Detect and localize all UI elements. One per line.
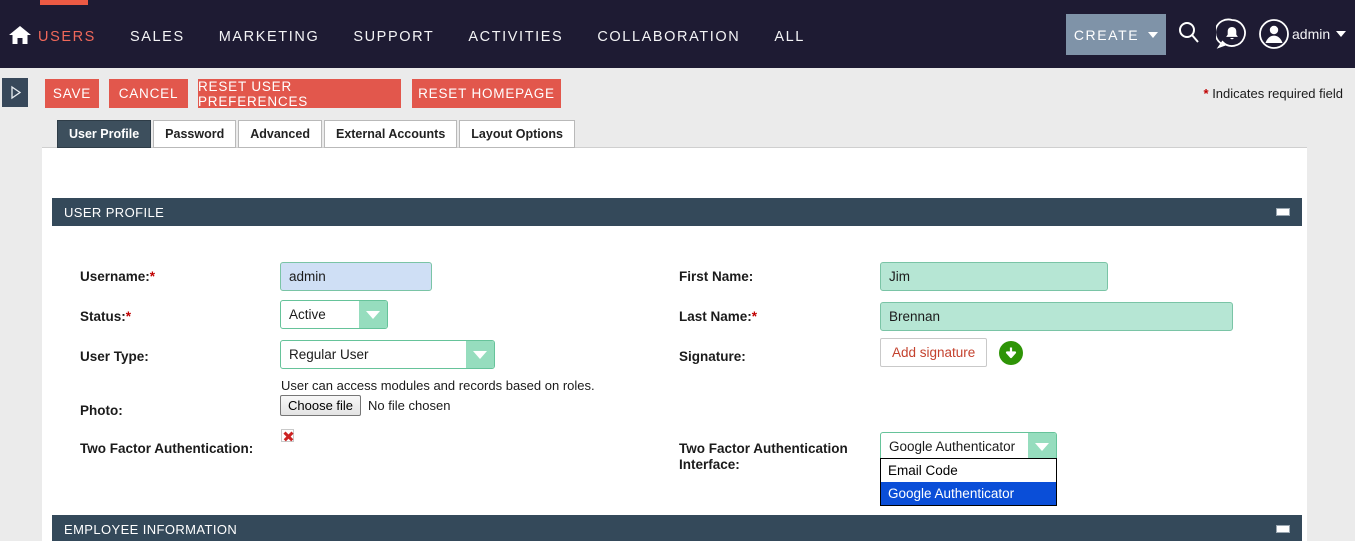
add-signature-button[interactable]: Add signature — [880, 338, 988, 367]
collapse-minus-icon[interactable] — [1276, 525, 1290, 533]
first-name-input[interactable] — [880, 262, 1108, 291]
two-factor-interface-options-list: Email Code Google Authenticator — [880, 458, 1057, 506]
nav-item-activities[interactable]: ACTIVITIES — [451, 29, 580, 45]
save-button[interactable]: SAVE — [45, 79, 99, 108]
required-asterisk: * — [751, 309, 758, 324]
required-asterisk: * — [125, 309, 132, 324]
nav-item-all[interactable]: ALL — [757, 29, 822, 45]
field-row-first-name: First Name: — [679, 269, 879, 285]
section-title-employee-information: EMPLOYEE INFORMATION — [64, 521, 238, 537]
photo-file-picker: Choose file No file chosen — [280, 395, 450, 416]
create-button-label: CREATE — [1073, 26, 1140, 43]
two-factor-interface-value: Google Authenticator — [889, 439, 1016, 454]
nav-item-collaboration[interactable]: COLLABORATION — [580, 29, 757, 45]
username-label: Username:* — [80, 269, 275, 285]
username-input[interactable] — [280, 262, 432, 291]
chevron-down-icon — [1148, 31, 1159, 38]
broken-image-icon[interactable] — [281, 429, 294, 442]
reset-homepage-button[interactable]: RESET HOMEPAGE — [412, 79, 561, 108]
section-header-user-profile: USER PROFILE — [52, 198, 1302, 226]
chevron-down-icon — [1336, 31, 1347, 37]
field-row-two-factor-interface: Two Factor Authentication Interface: — [679, 441, 874, 473]
field-row-photo: Photo: — [80, 403, 275, 419]
field-row-status: Status:* — [80, 309, 275, 325]
status-label-text: Status: — [80, 309, 126, 324]
field-row-user-type: User Type: — [80, 349, 275, 365]
two-factor-interface-select[interactable]: Google Authenticator — [880, 432, 1057, 461]
user-avatar-icon[interactable] — [1258, 18, 1290, 50]
reset-user-preferences-button[interactable]: RESET USER PREFERENCES — [198, 79, 401, 109]
user-type-label: User Type: — [80, 349, 149, 364]
dropdown-option-google-authenticator[interactable]: Google Authenticator — [881, 482, 1056, 505]
first-name-label: First Name: — [679, 269, 754, 284]
section-header-employee-information: EMPLOYEE INFORMATION — [52, 515, 1302, 541]
dropdown-option-email-code[interactable]: Email Code — [881, 459, 1056, 482]
field-row-last-name: Last Name:* — [679, 309, 879, 325]
field-row-signature: Signature: — [679, 349, 879, 365]
last-name-input[interactable] — [880, 302, 1233, 331]
two-factor-interface-label: Two Factor Authentication Interface: — [679, 441, 848, 472]
search-icon[interactable] — [1177, 20, 1201, 46]
user-type-helper-text: User can access modules and records base… — [281, 378, 595, 393]
user-type-select-value: Regular User — [289, 347, 369, 362]
tab-external-accounts[interactable]: External Accounts — [323, 120, 458, 148]
required-asterisk: * — [1203, 86, 1209, 101]
status-label: Status:* — [80, 309, 275, 325]
nav-item-support[interactable]: SUPPORT — [336, 29, 451, 45]
chevron-down-icon — [1028, 433, 1056, 460]
section-title-user-profile: USER PROFILE — [64, 204, 165, 220]
user-type-select[interactable]: Regular User — [280, 340, 495, 369]
required-note-label: Indicates required field — [1212, 86, 1343, 101]
photo-label: Photo: — [80, 403, 123, 418]
two-factor-label: Two Factor Authentication: — [80, 441, 254, 456]
nav-items: USERS SALES MARKETING SUPPORT ACTIVITIES… — [38, 27, 822, 47]
page-root: USERS SALES MARKETING SUPPORT ACTIVITIES… — [0, 0, 1355, 541]
signature-label: Signature: — [679, 349, 746, 364]
content-panel: USER PROFILE Username:* Status:* Active — [42, 147, 1307, 541]
username-label-text: Username: — [80, 269, 150, 284]
nav-item-sales[interactable]: SALES — [113, 29, 202, 45]
collapse-minus-icon[interactable] — [1276, 208, 1290, 216]
admin-menu[interactable]: admin — [1292, 26, 1347, 42]
choose-file-button[interactable]: Choose file — [280, 395, 362, 416]
tab-bar: User Profile Password Advanced External … — [57, 120, 577, 148]
nav-item-users[interactable]: USERS — [38, 29, 113, 45]
cancel-button[interactable]: CANCEL — [109, 79, 188, 108]
field-row-username: Username:* — [80, 269, 275, 285]
chevron-down-icon — [466, 341, 494, 368]
last-name-label: Last Name:* — [679, 309, 879, 325]
create-button[interactable]: CREATE — [1066, 14, 1166, 55]
download-icon[interactable] — [999, 340, 1024, 365]
admin-menu-label: admin — [1292, 26, 1331, 42]
no-file-chosen-label: No file chosen — [368, 398, 451, 413]
notifications-bell-icon[interactable] — [1214, 18, 1248, 50]
last-name-label-text: Last Name: — [679, 309, 752, 324]
required-asterisk: * — [149, 269, 156, 284]
tab-user-profile[interactable]: User Profile — [57, 120, 152, 148]
status-select-value: Active — [289, 307, 326, 322]
field-row-two-factor: Two Factor Authentication: — [80, 441, 310, 457]
chevron-down-icon — [359, 301, 387, 328]
tab-password[interactable]: Password — [153, 120, 237, 148]
signature-controls: Add signature — [880, 338, 1024, 367]
home-icon[interactable] — [8, 25, 32, 45]
status-select[interactable]: Active — [280, 300, 388, 329]
tab-layout-options[interactable]: Layout Options — [459, 120, 575, 148]
required-field-note: * Indicates required field — [1204, 86, 1344, 101]
top-navbar: USERS SALES MARKETING SUPPORT ACTIVITIES… — [0, 0, 1355, 68]
nav-item-marketing[interactable]: MARKETING — [202, 29, 337, 45]
tab-advanced[interactable]: Advanced — [238, 120, 322, 148]
sidebar-toggle-button[interactable] — [2, 78, 28, 107]
active-nav-accent-bar — [40, 0, 88, 5]
